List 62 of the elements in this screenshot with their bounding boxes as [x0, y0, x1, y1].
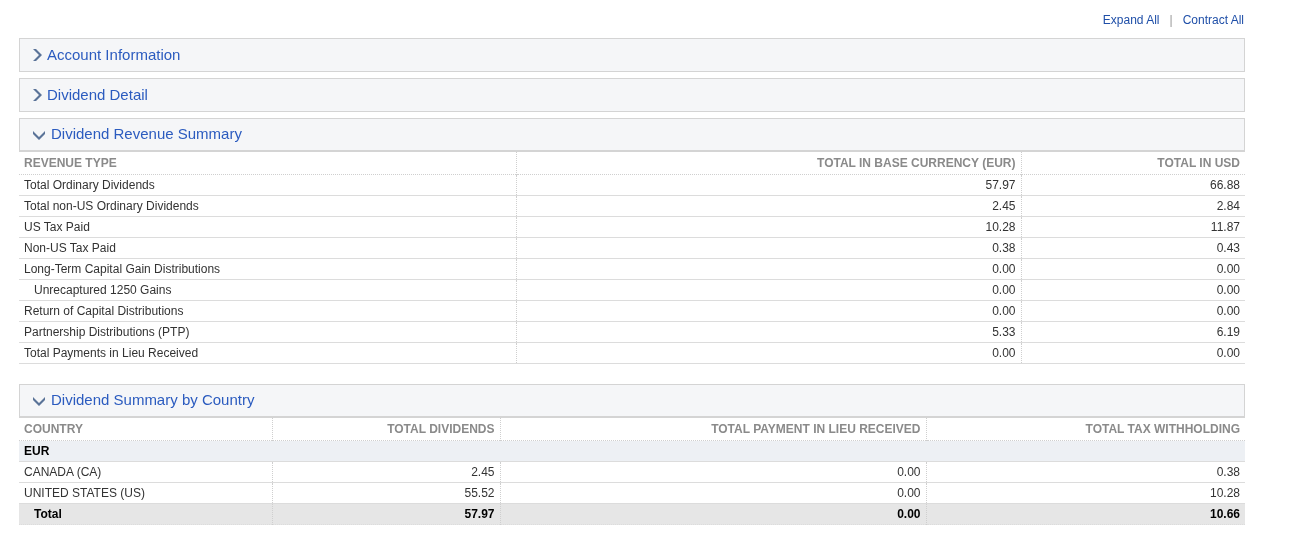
- column-header: TOTAL IN BASE CURRENCY (EUR): [516, 152, 1021, 175]
- table-cell: 0.00: [1021, 279, 1245, 301]
- table-cell: 0.00: [516, 258, 1021, 280]
- table-cell: 5.33: [516, 321, 1021, 343]
- column-header: TOTAL PAYMENT IN LIEU RECEIVED: [500, 418, 926, 441]
- total-cell: 57.97: [272, 503, 500, 525]
- table-cell: 6.19: [1021, 321, 1245, 343]
- table-cell: 0.00: [1021, 258, 1245, 280]
- table-cell: US Tax Paid: [19, 216, 516, 238]
- section-title: Dividend Detail: [47, 84, 148, 105]
- table-cell: Total Payments in Lieu Received: [19, 342, 516, 364]
- table-cell: 11.87: [1021, 216, 1245, 238]
- total-cell: Total: [19, 503, 272, 525]
- table-cell: 2.45: [516, 195, 1021, 217]
- chevron-down-icon: [32, 129, 46, 140]
- section-header[interactable]: Account Information: [19, 38, 1245, 72]
- section-header[interactable]: Dividend Revenue Summary: [19, 118, 1245, 152]
- column-header: TOTAL TAX WITHHOLDING: [926, 418, 1245, 441]
- chevron-right-icon: [32, 48, 42, 62]
- group-label: EUR: [19, 440, 272, 462]
- table-cell: 57.97: [516, 174, 1021, 196]
- table-cell: 0.00: [1021, 342, 1245, 364]
- section-header[interactable]: Dividend Summary by Country: [19, 384, 1245, 418]
- table-cell: 0.00: [516, 300, 1021, 322]
- table-cell: 0.00: [500, 461, 926, 483]
- table-cell: Total Ordinary Dividends: [19, 174, 516, 196]
- table-cell: CANADA (CA): [19, 461, 272, 483]
- table-cell: 10.28: [926, 482, 1245, 504]
- table-cell: 2.45: [272, 461, 500, 483]
- section-title: Dividend Revenue Summary: [51, 124, 242, 145]
- link-separator: |: [1169, 12, 1173, 29]
- table-cell: Return of Capital Distributions: [19, 300, 516, 322]
- table-cell: 0.00: [516, 342, 1021, 364]
- chevron-right-icon: [32, 88, 42, 102]
- column-header: TOTAL IN USD: [1021, 152, 1245, 175]
- column-header: REVENUE TYPE: [19, 152, 516, 175]
- table-cell: 66.88: [1021, 174, 1245, 196]
- table-cell: 10.28: [516, 216, 1021, 238]
- table-cell: 0.00: [516, 279, 1021, 301]
- table-cell: UNITED STATES (US): [19, 482, 272, 504]
- table-cell: Total non-US Ordinary Dividends: [19, 195, 516, 217]
- section-title: Account Information: [47, 44, 181, 65]
- chevron-down-icon: [32, 395, 46, 406]
- table-cell: Non-US Tax Paid: [19, 237, 516, 259]
- table-cell: 2.84: [1021, 195, 1245, 217]
- column-header: COUNTRY: [19, 418, 272, 441]
- table-cell: Long-Term Capital Gain Distributions: [19, 258, 516, 280]
- expand-all-link[interactable]: Expand All: [1102, 11, 1160, 29]
- table-cell: 0.38: [516, 237, 1021, 259]
- table-cell: 55.52: [272, 482, 500, 504]
- total-cell: 10.66: [926, 503, 1245, 525]
- column-header: TOTAL DIVIDENDS: [272, 418, 500, 441]
- total-cell: 0.00: [500, 503, 926, 525]
- table-cell: 0.43: [1021, 237, 1245, 259]
- contract-all-link[interactable]: Contract All: [1182, 11, 1244, 29]
- table-cell: 0.00: [500, 482, 926, 504]
- table-cell: 0.00: [1021, 300, 1245, 322]
- table-cell: Partnership Distributions (PTP): [19, 321, 516, 343]
- section-header[interactable]: Dividend Detail: [19, 78, 1245, 112]
- section-title: Dividend Summary by Country: [51, 390, 255, 411]
- table-cell: Unrecaptured 1250 Gains: [19, 279, 516, 301]
- table-cell: 0.38: [926, 461, 1245, 483]
